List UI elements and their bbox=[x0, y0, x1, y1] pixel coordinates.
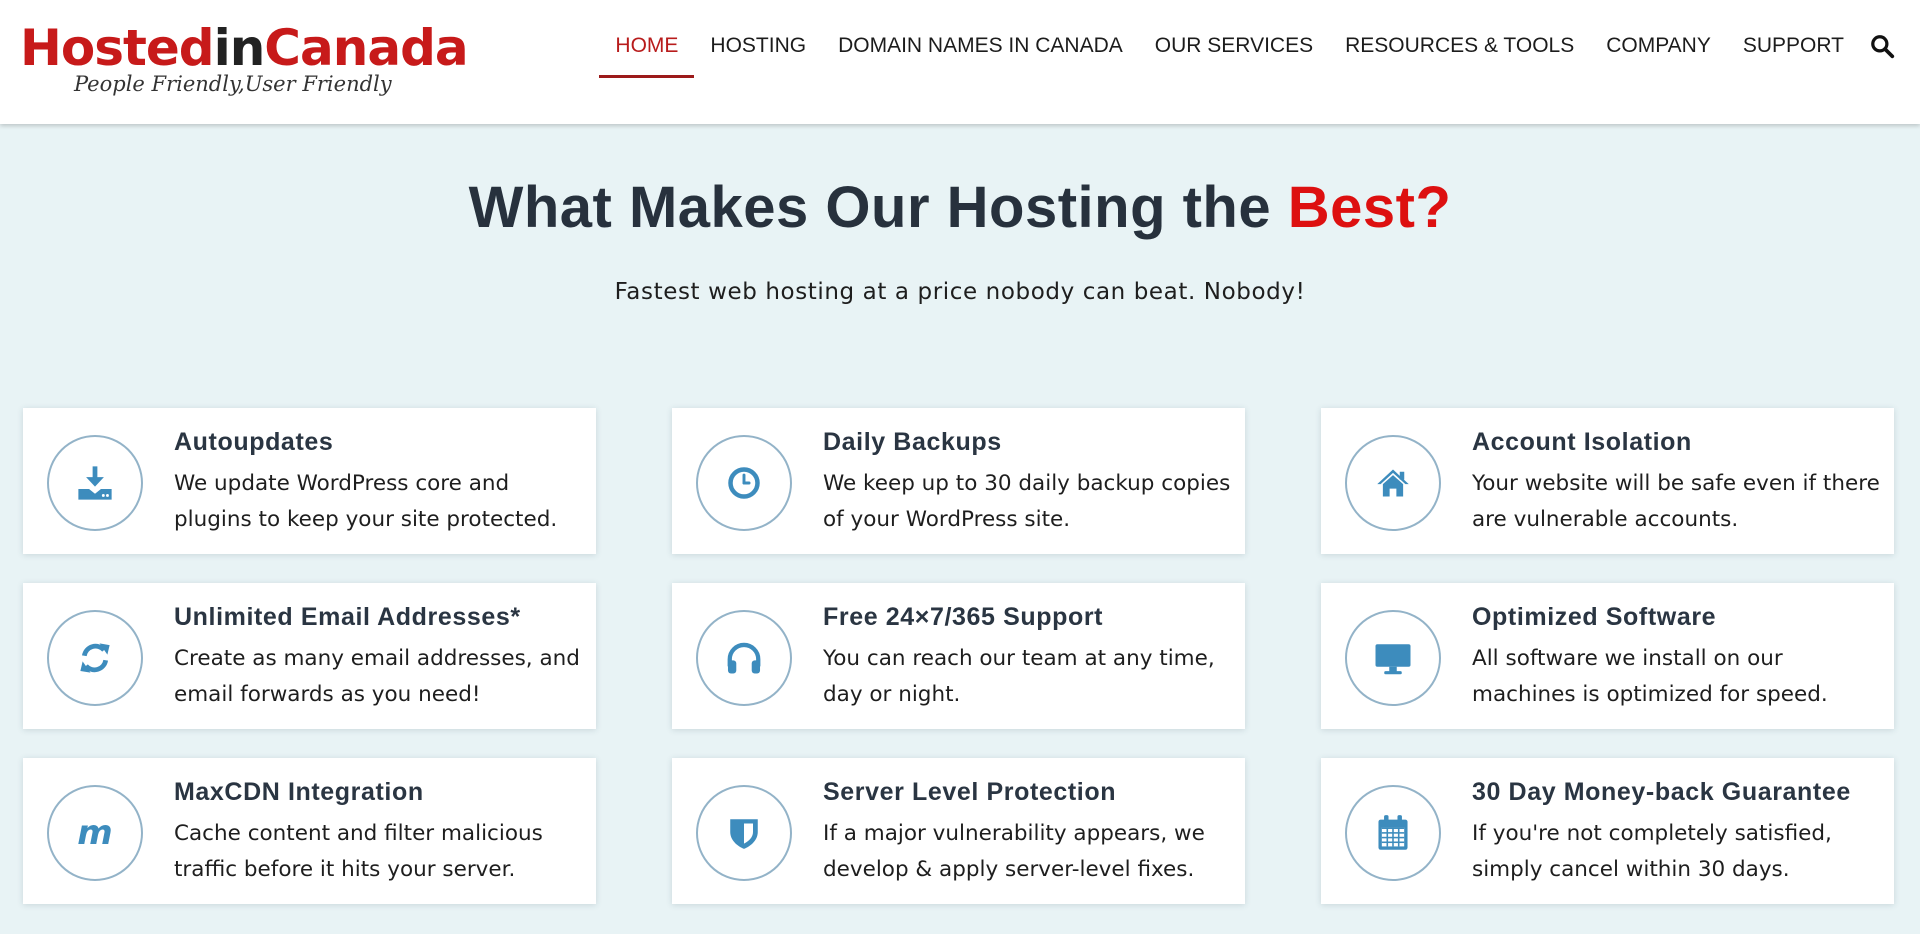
feature-card: Unlimited Email Addresses* Create as man… bbox=[23, 583, 596, 729]
feature-icon-circle: m bbox=[47, 785, 143, 881]
monitor-icon bbox=[1375, 644, 1411, 675]
feature-description: We keep up to 30 daily backup copies of … bbox=[823, 471, 1231, 532]
logo-tagline: People Friendly,User Friendly bbox=[74, 72, 392, 96]
nav-item-resources-tools[interactable]: RESOURCES & TOOLS bbox=[1329, 0, 1590, 78]
feature-icon-circle bbox=[1345, 610, 1441, 706]
shield-icon bbox=[730, 819, 758, 849]
feature-card: Free 24×7/365 Support You can reach our … bbox=[672, 583, 1245, 729]
feature-title: Autoupdates bbox=[174, 428, 334, 456]
feature-card: Account Isolation Your website will be s… bbox=[1321, 408, 1894, 554]
download-icon bbox=[78, 466, 112, 500]
search-icon bbox=[1871, 35, 1895, 59]
feature-card: 30 Day Money-back Guarantee If you're no… bbox=[1321, 758, 1894, 904]
section-title: What Makes Our Hosting the Best? bbox=[0, 174, 1920, 241]
feature-card: Server Level Protection If a major vulne… bbox=[672, 758, 1245, 904]
feature-icon-circle bbox=[696, 610, 792, 706]
feature-description: Your website will be safe even if there … bbox=[1472, 471, 1880, 532]
nav-item-company[interactable]: COMPANY bbox=[1590, 0, 1727, 78]
feature-card: m MaxCDN Integration Cache content and f… bbox=[23, 758, 596, 904]
feature-description: If you're not completely satisfied, simp… bbox=[1472, 821, 1832, 882]
feature-description: Create as many email addresses, and emai… bbox=[174, 646, 580, 707]
nav-item-our-services[interactable]: OUR SERVICES bbox=[1139, 0, 1329, 78]
clock-icon bbox=[728, 467, 760, 499]
feature-title: Unlimited Email Addresses* bbox=[174, 603, 521, 631]
feature-icon-circle bbox=[47, 610, 143, 706]
feature-title: Free 24×7/365 Support bbox=[823, 603, 1104, 631]
site-header: HostedinCanada People Friendly,User Frie… bbox=[0, 0, 1920, 124]
feature-title: MaxCDN Integration bbox=[174, 778, 424, 806]
maxcdn-icon: m bbox=[77, 816, 112, 850]
feature-icon-circle bbox=[696, 785, 792, 881]
feature-card: Autoupdates We update WordPress core and… bbox=[23, 408, 596, 554]
refresh-icon bbox=[80, 643, 110, 673]
feature-icon-circle bbox=[1345, 435, 1441, 531]
nav-item-domain-names[interactable]: DOMAIN NAMES IN CANADA bbox=[822, 0, 1139, 78]
feature-icon-circle bbox=[1345, 785, 1441, 881]
feature-description: Cache content and filter malicious traff… bbox=[174, 821, 543, 882]
main-nav: HOME HOSTING DOMAIN NAMES IN CANADA OUR … bbox=[599, 0, 1902, 124]
feature-description: We update WordPress core and plugins to … bbox=[174, 471, 558, 532]
feature-card: Daily Backups We keep up to 30 daily bac… bbox=[672, 408, 1245, 554]
feature-icon-circle bbox=[47, 435, 143, 531]
feature-title: Optimized Software bbox=[1472, 603, 1717, 631]
site-logo[interactable]: HostedinCanada People Friendly,User Frie… bbox=[20, 22, 469, 102]
feature-description: If a major vulnerability appears, we dev… bbox=[823, 821, 1205, 882]
nav-item-support[interactable]: SUPPORT bbox=[1727, 0, 1860, 78]
feature-title: Daily Backups bbox=[823, 428, 1002, 456]
home-icon bbox=[1377, 469, 1409, 497]
section-title-accent: Best? bbox=[1287, 175, 1452, 240]
feature-description: You can reach our team at any time, day … bbox=[823, 646, 1215, 707]
feature-title: Account Isolation bbox=[1472, 428, 1692, 456]
headphones-icon bbox=[727, 642, 761, 674]
feature-icon-circle bbox=[696, 435, 792, 531]
section-title-main: What Makes Our Hosting the bbox=[468, 175, 1288, 240]
search-button[interactable] bbox=[1862, 0, 1902, 92]
feature-card: Optimized Software All software we insta… bbox=[1321, 583, 1894, 729]
section-subtitle: Fastest web hosting at a price nobody ca… bbox=[614, 279, 1306, 305]
feature-title: Server Level Protection bbox=[823, 778, 1117, 806]
nav-item-home[interactable]: HOME bbox=[599, 0, 695, 78]
nav-item-hosting[interactable]: HOSTING bbox=[694, 0, 822, 78]
svg-text:m: m bbox=[77, 816, 112, 850]
logo-wordmark: HostedinCanada bbox=[20, 19, 469, 77]
feature-title: 30 Day Money-back Guarantee bbox=[1472, 778, 1851, 806]
feature-description: All software we install on our machines … bbox=[1472, 646, 1828, 707]
calendar-icon bbox=[1378, 815, 1408, 850]
